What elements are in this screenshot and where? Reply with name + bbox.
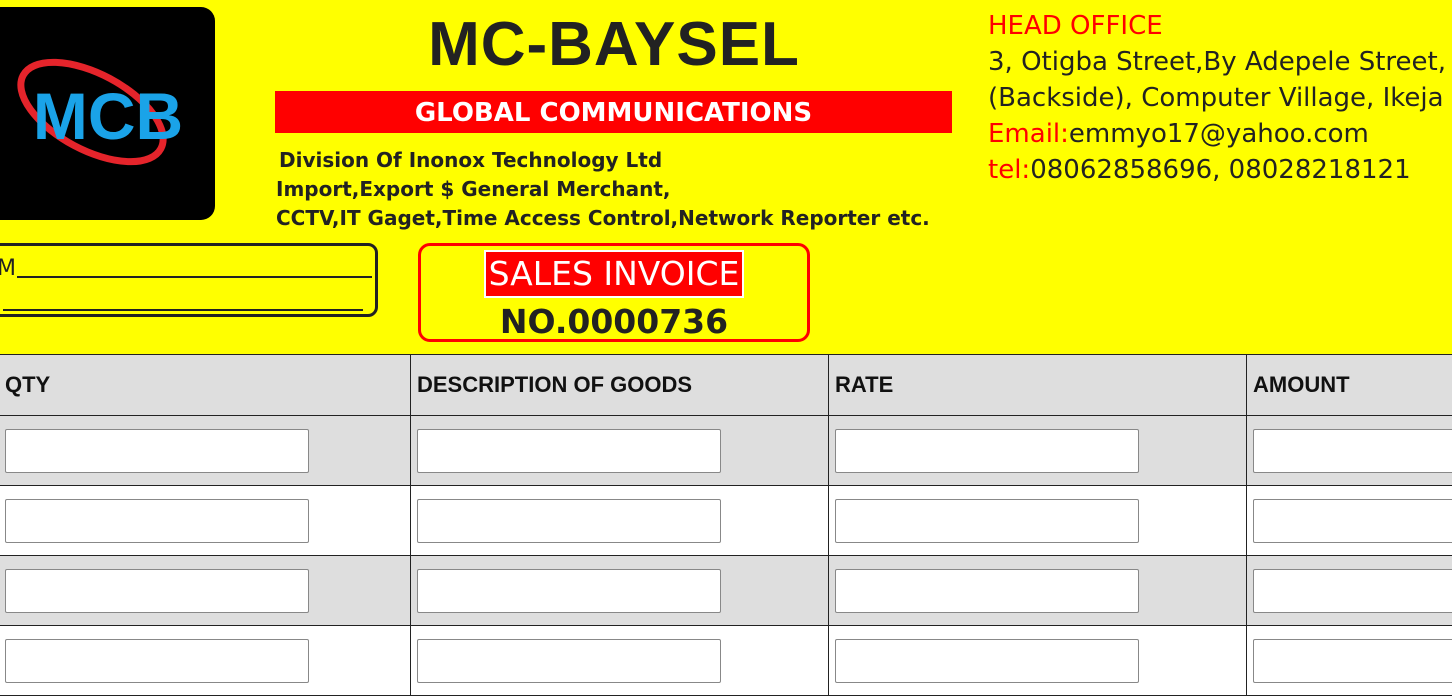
amount-input[interactable] bbox=[1253, 428, 1452, 473]
description-input[interactable] bbox=[417, 428, 721, 473]
qty-input[interactable] bbox=[5, 428, 309, 473]
description-input[interactable] bbox=[417, 568, 721, 613]
logo-text: MCB bbox=[33, 79, 183, 153]
head-office-block: HEAD OFFICE 3, Otigba Street,By Adepele … bbox=[988, 8, 1452, 188]
column-header-amount: AMOUNT bbox=[1246, 354, 1452, 416]
column-header-rate: RATE bbox=[828, 354, 1247, 416]
customer-name-line bbox=[17, 276, 372, 278]
amount-input[interactable] bbox=[1253, 568, 1452, 613]
email-value: emmyo17@yahoo.com bbox=[1068, 119, 1369, 149]
company-name: MC-BAYSEL bbox=[428, 10, 800, 79]
head-office-heading: HEAD OFFICE bbox=[988, 11, 1163, 41]
table-row bbox=[0, 555, 1452, 626]
qty-input[interactable] bbox=[5, 498, 309, 543]
invoice-items-table: QTY DESCRIPTION OF GOODS RATE AMOUNT bbox=[0, 354, 1452, 696]
qty-input[interactable] bbox=[5, 638, 309, 683]
customer-address-line bbox=[3, 309, 363, 311]
column-header-description: DESCRIPTION OF GOODS bbox=[410, 354, 829, 416]
column-header-qty: QTY bbox=[0, 354, 411, 416]
mcb-logo-icon: MCB bbox=[17, 58, 183, 166]
invoice-title: SALES INVOICE bbox=[483, 250, 745, 298]
table-row bbox=[0, 625, 1452, 696]
table-header-row: QTY DESCRIPTION OF GOODS RATE AMOUNT bbox=[0, 354, 1452, 416]
company-logo: MCB bbox=[0, 7, 215, 220]
company-line-products: CCTV,IT Gaget,Time Access Control,Networ… bbox=[276, 206, 930, 230]
company-line-division: Division Of Inonox Technology Ltd bbox=[279, 148, 663, 172]
qty-input[interactable] bbox=[5, 568, 309, 613]
description-input[interactable] bbox=[417, 638, 721, 683]
company-line-services: Import,Export $ General Merchant, bbox=[276, 177, 671, 201]
amount-input[interactable] bbox=[1253, 638, 1452, 683]
company-description: Division Of Inonox Technology Ltd Import… bbox=[276, 146, 930, 233]
company-tagline-band: GLOBAL COMMUNICATIONS bbox=[275, 91, 952, 133]
table-row bbox=[0, 415, 1452, 486]
amount-input[interactable] bbox=[1253, 498, 1452, 543]
rate-input[interactable] bbox=[835, 638, 1139, 683]
rate-input[interactable] bbox=[835, 568, 1139, 613]
email-label: Email: bbox=[988, 119, 1069, 149]
invoice-page: MCB MC-BAYSEL GLOBAL COMMUNICATIONS Divi… bbox=[0, 0, 1452, 696]
invoice-title-box: SALES INVOICE NO.0000736 bbox=[418, 243, 810, 342]
tel-label: tel: bbox=[988, 155, 1031, 185]
tel-value: 08062858696, 08028218121 bbox=[1030, 155, 1411, 185]
office-address-line2: (Backside), Computer Village, Ikeja bbox=[988, 83, 1444, 113]
customer-label: M bbox=[0, 256, 16, 281]
customer-name-box: M bbox=[0, 243, 378, 317]
invoice-number: NO.0000736 bbox=[499, 302, 729, 341]
office-phone: tel:08062858696, 08028218121 bbox=[988, 152, 1452, 188]
table-row bbox=[0, 485, 1452, 556]
rate-input[interactable] bbox=[835, 428, 1139, 473]
office-email: Email:emmyo17@yahoo.com bbox=[988, 116, 1452, 152]
office-address-line1: 3, Otigba Street,By Adepele Street, bbox=[988, 47, 1446, 77]
rate-input[interactable] bbox=[835, 498, 1139, 543]
description-input[interactable] bbox=[417, 498, 721, 543]
